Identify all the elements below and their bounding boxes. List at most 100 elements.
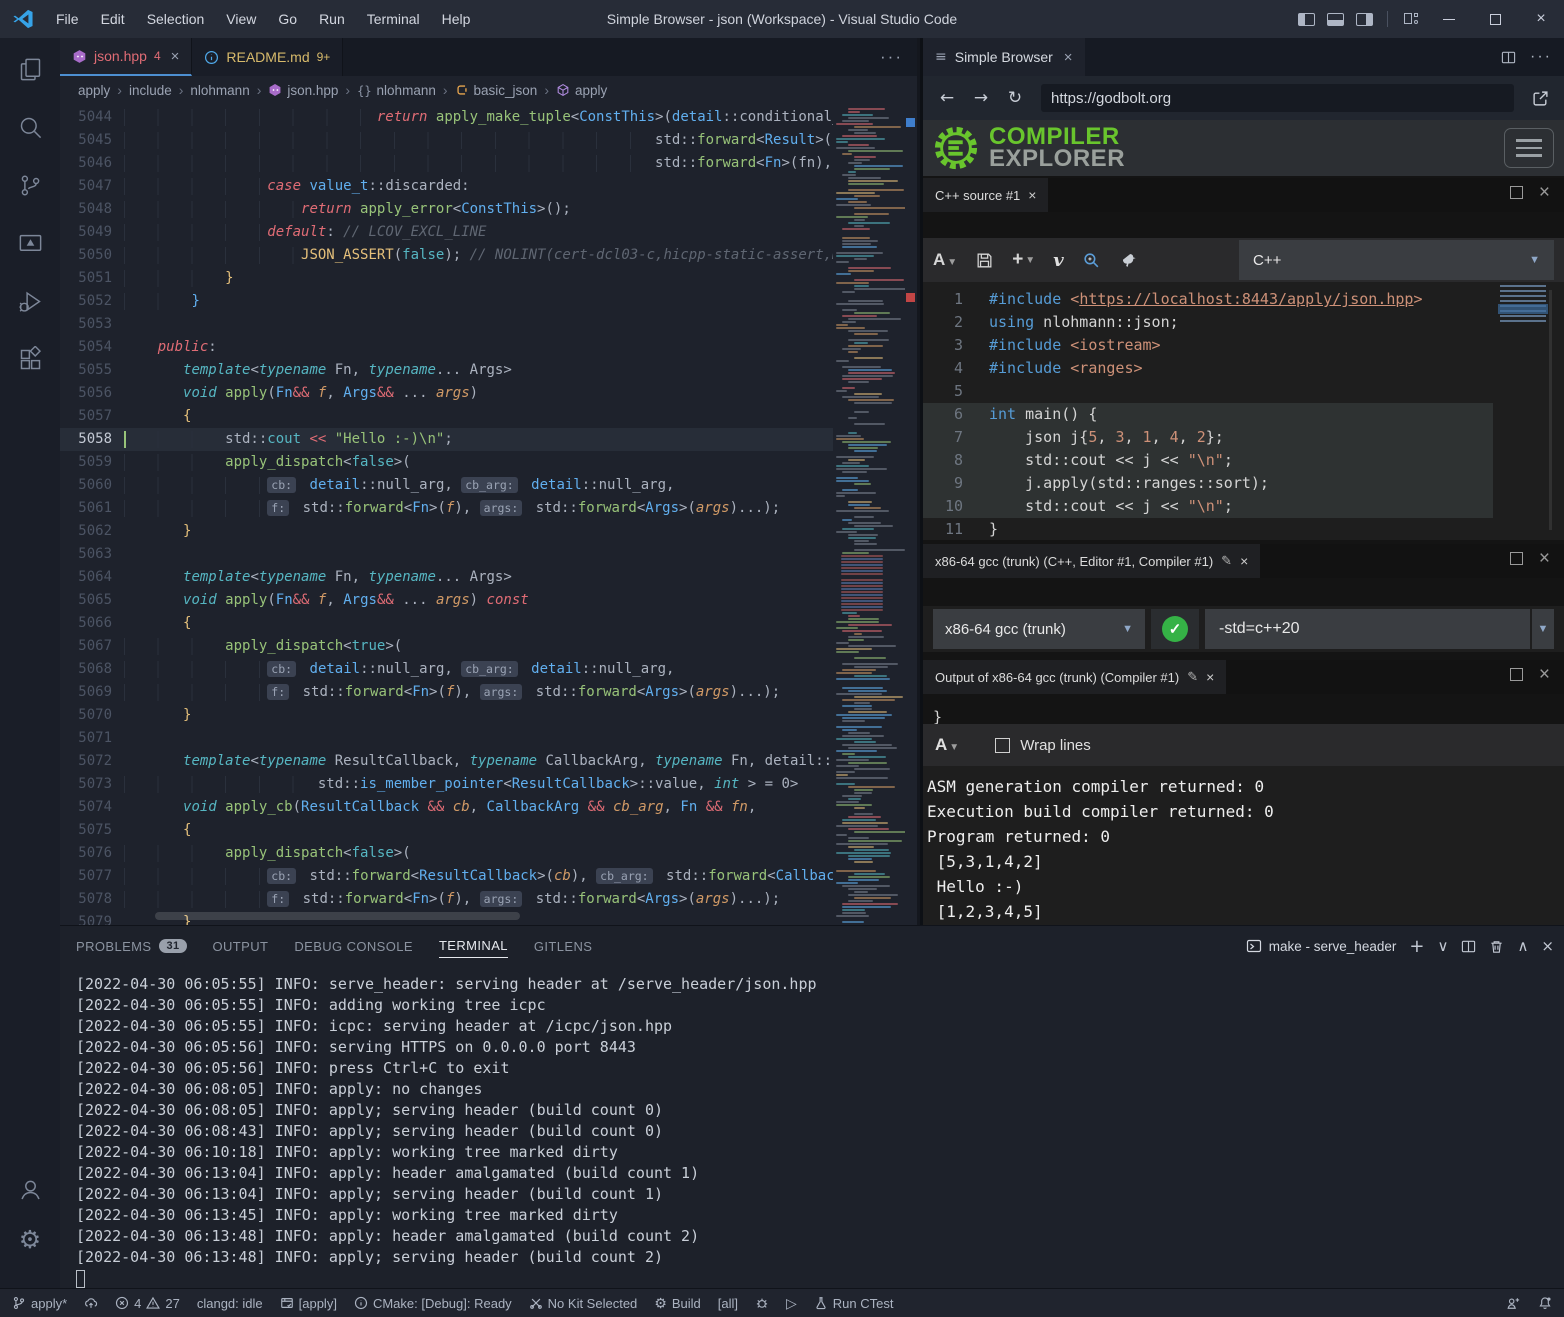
status-cmake-target[interactable]: [all] — [718, 1296, 738, 1311]
breadcrumb-item-nlohmann[interactable]: {}nlohmann — [357, 83, 436, 98]
reload-icon[interactable]: ↻ — [1001, 84, 1029, 112]
status-cmake-debug[interactable] — [755, 1296, 769, 1310]
status-publish-changes[interactable] — [84, 1296, 98, 1310]
rename-icon[interactable]: ✎ — [1187, 670, 1198, 685]
close-panel-icon[interactable]: × — [1541, 937, 1554, 955]
compiler-options-input[interactable]: -std=c++20 — [1205, 609, 1530, 649]
close-pane-icon[interactable]: × — [1539, 186, 1550, 199]
status-cmake-kit[interactable]: No Kit Selected — [529, 1296, 638, 1311]
close-icon[interactable]: × — [1240, 553, 1248, 569]
menu-file[interactable]: File — [46, 7, 89, 31]
status-cmake-launch[interactable]: ▷ — [786, 1296, 797, 1311]
panel-tab-problems[interactable]: PROBLEMS31 — [76, 935, 187, 958]
breadcrumb-item-nlohmann[interactable]: nlohmann — [190, 83, 249, 98]
panel-tab-terminal[interactable]: TERMINAL — [439, 934, 508, 958]
breadcrumb-item-apply[interactable]: apply — [556, 83, 607, 98]
maximize-panel-icon[interactable]: ∧ — [1517, 937, 1528, 955]
breadcrumb-item-json.hpp[interactable]: json.hpp — [268, 83, 338, 98]
hamburger-menu-icon[interactable] — [1504, 128, 1554, 168]
new-terminal-icon[interactable]: + — [1409, 936, 1424, 957]
close-icon[interactable]: × — [1206, 669, 1214, 685]
menu-view[interactable]: View — [216, 7, 266, 31]
editor-more-actions-icon[interactable]: ··· — [880, 38, 917, 76]
status-feedback[interactable] — [1506, 1296, 1520, 1310]
terminal-instance-select[interactable]: make - serve_header — [1246, 938, 1397, 954]
toggle-panel-icon[interactable] — [1327, 13, 1344, 26]
menu-terminal[interactable]: Terminal — [357, 7, 430, 31]
close-icon[interactable]: × — [171, 48, 180, 65]
close-pane-icon[interactable]: × — [1539, 552, 1550, 565]
save-icon[interactable] — [975, 251, 994, 270]
terminal-dropdown-icon[interactable]: ∨ — [1437, 937, 1448, 955]
vim-mode-icon[interactable]: v — [1053, 250, 1063, 271]
status-git-branch[interactable]: apply* — [12, 1296, 67, 1311]
panel-tab-gitlens[interactable]: GITLENS — [534, 935, 592, 958]
minimap[interactable] — [833, 104, 905, 925]
maximize-button[interactable] — [1472, 0, 1518, 38]
breadcrumb-item-include[interactable]: include — [129, 83, 172, 98]
external-tool-icon[interactable] — [1119, 251, 1138, 270]
status-cmake-status[interactable]: CMake: [Debug]: Ready — [354, 1296, 512, 1311]
maximize-pane-icon[interactable] — [1510, 668, 1523, 681]
godbolt-source-editor[interactable]: 1#include <https://localhost:8443/apply/… — [923, 282, 1493, 540]
close-icon[interactable]: × — [1028, 187, 1036, 203]
search-icon[interactable] — [15, 112, 45, 142]
compiler-select[interactable]: x86-64 gcc (trunk) ▼ — [933, 609, 1145, 649]
maximize-pane-icon[interactable] — [1510, 552, 1523, 565]
terminal-output[interactable]: [2022-04-30 06:05:55] INFO: serve_header… — [60, 966, 1564, 1288]
panel-tab-output[interactable]: OUTPUT — [213, 935, 269, 958]
explorer-icon[interactable] — [15, 54, 45, 84]
menu-selection[interactable]: Selection — [137, 7, 215, 31]
more-actions-icon[interactable]: ··· — [1530, 48, 1552, 66]
rename-icon[interactable]: ✎ — [1221, 554, 1232, 569]
tab-json-hpp[interactable]: json.hpp4× — [60, 38, 192, 76]
font-size-button[interactable]: A▼ — [933, 250, 957, 270]
forward-icon[interactable]: → — [967, 84, 995, 112]
tab-readme-md[interactable]: README.md9+ — [192, 38, 343, 76]
compiler-pane-tab[interactable]: x86-64 gcc (trunk) (C++, Editor #1, Comp… — [923, 544, 1260, 578]
tab-simple-browser[interactable]: ≡ Simple Browser × — [923, 38, 1085, 76]
zoom-icon[interactable] — [1082, 251, 1101, 270]
url-input[interactable]: https://godbolt.org — [1041, 84, 1514, 112]
breadcrumb-item-apply[interactable]: apply — [78, 83, 110, 98]
godbolt-scrollbar[interactable] — [1549, 290, 1552, 530]
cmake-panel-icon[interactable] — [15, 228, 45, 258]
status-notifications[interactable] — [1538, 1296, 1552, 1310]
run-debug-icon[interactable] — [15, 286, 45, 316]
toggle-sidebar-icon[interactable] — [1298, 13, 1315, 26]
horizontal-scrollbar[interactable] — [155, 912, 520, 920]
accounts-icon[interactable] — [15, 1174, 45, 1204]
panel-tab-debug-console[interactable]: DEBUG CONSOLE — [294, 935, 413, 958]
source-pane-tab[interactable]: C++ source #1 × — [923, 178, 1048, 212]
settings-icon[interactable]: ⚙ — [15, 1224, 45, 1254]
toggle-secondary-sidebar-icon[interactable] — [1356, 13, 1373, 26]
close-button[interactable]: × — [1518, 0, 1564, 38]
source-control-icon[interactable] — [15, 170, 45, 200]
language-select[interactable]: C++ ▼ — [1239, 240, 1554, 280]
split-terminal-icon[interactable] — [1461, 939, 1476, 954]
breadcrumb-item-basic_json[interactable]: basic_json — [455, 83, 538, 98]
status-run-ctest[interactable]: Run CTest — [814, 1296, 894, 1311]
status-clangd-status[interactable]: clangd: idle — [197, 1296, 263, 1311]
menu-run[interactable]: Run — [309, 7, 355, 31]
output-pane-tab[interactable]: Output of x86-64 gcc (trunk) (Compiler #… — [923, 660, 1226, 694]
options-dropdown-icon[interactable]: ▼ — [1532, 609, 1554, 649]
close-icon[interactable]: × — [1064, 49, 1073, 66]
split-editor-icon[interactable] — [1501, 50, 1516, 65]
wrap-lines-checkbox[interactable] — [995, 738, 1010, 753]
open-external-icon[interactable] — [1526, 84, 1554, 112]
close-pane-icon[interactable]: × — [1539, 668, 1550, 681]
status-cmake-build[interactable]: ⚙Build — [654, 1296, 700, 1311]
menu-go[interactable]: Go — [268, 7, 307, 31]
minimize-button[interactable] — [1426, 0, 1472, 38]
status-problems[interactable]: 427 — [115, 1296, 180, 1311]
menu-help[interactable]: Help — [432, 7, 481, 31]
extensions-icon[interactable] — [15, 344, 45, 374]
customize-layout-icon[interactable] — [1404, 12, 1418, 26]
kill-terminal-icon[interactable] — [1489, 939, 1504, 954]
back-icon[interactable]: ← — [933, 84, 961, 112]
maximize-pane-icon[interactable] — [1510, 186, 1523, 199]
font-size-button[interactable]: A▼ — [935, 735, 959, 755]
code-editor[interactable]: 5044 return apply_make_tuple<ConstThis>(… — [60, 104, 917, 925]
menu-edit[interactable]: Edit — [91, 7, 135, 31]
